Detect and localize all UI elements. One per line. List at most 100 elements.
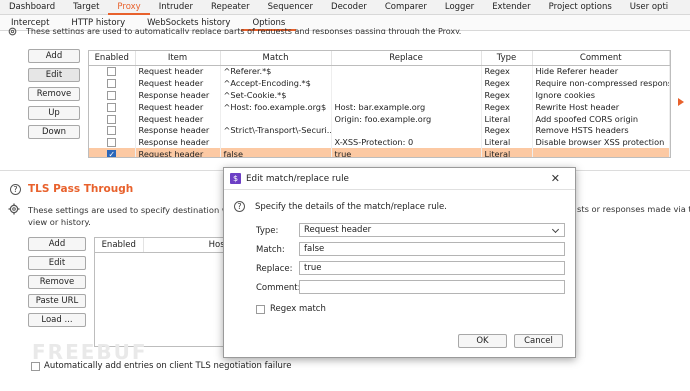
- enabled-checkbox[interactable]: [107, 90, 117, 100]
- gear-icon: [8, 27, 17, 36]
- table-row[interactable]: Request header ^Host: foo.example.org$ Hos…: [89, 100, 670, 113]
- add-rule-button[interactable]: Add: [28, 49, 80, 63]
- dialog-title: Edit match/replace rule: [246, 174, 349, 184]
- table-row[interactable]: Response header ^Set-Cookie.*$ Regex Ignore…: [89, 88, 670, 101]
- tls-remove-button[interactable]: Remove: [28, 275, 86, 289]
- type-cell: Literal: [481, 148, 533, 157]
- enabled-checkbox[interactable]: [107, 78, 117, 88]
- cancel-button[interactable]: Cancel: [514, 334, 563, 348]
- table-row[interactable]: ✓ Request header false true Literal: [89, 148, 670, 157]
- match-cell: false: [220, 148, 332, 157]
- enabled-checkbox[interactable]: [107, 138, 117, 148]
- replace-cell: [331, 124, 482, 137]
- auto-add-checkbox[interactable]: [31, 361, 40, 371]
- item-cell: Request header: [135, 76, 221, 89]
- table-row[interactable]: Request header Origin: foo.example.org Lit…: [89, 112, 670, 125]
- tab-project-options[interactable]: Project options: [540, 0, 621, 15]
- tls-description-line1: These settings are used to specify desti…: [28, 205, 239, 215]
- help-icon: ?: [234, 201, 245, 212]
- match-replace-table: Enabled Item Match Replace Type Comment …: [88, 50, 671, 158]
- tab-sequencer[interactable]: Sequencer: [259, 0, 322, 15]
- dialog-title-bar: $ Edit match/replace rule ✕: [224, 168, 575, 190]
- match-cell: ^Accept-Encoding.*$: [220, 76, 332, 89]
- enabled-checkbox[interactable]: [107, 114, 117, 124]
- comment-cell: Hide Referer header: [532, 65, 670, 77]
- column-header-item[interactable]: Item: [135, 51, 221, 66]
- auto-add-option[interactable]: Automatically add entries on client TLS …: [31, 361, 291, 371]
- tab-repeater[interactable]: Repeater: [202, 0, 259, 15]
- tab-proxy[interactable]: Proxy: [108, 0, 150, 15]
- tls-pass-through-title: TLS Pass Through: [28, 183, 134, 195]
- enabled-checkbox[interactable]: [107, 67, 117, 77]
- tls-add-button[interactable]: Add: [28, 237, 86, 251]
- comment-cell: [532, 148, 670, 157]
- type-select[interactable]: Request header: [299, 223, 565, 237]
- enabled-checkbox[interactable]: [107, 102, 117, 112]
- enabled-checkbox[interactable]: [107, 126, 117, 136]
- replace-cell: X-XSS-Protection: 0: [331, 136, 482, 149]
- item-cell: Request header: [135, 148, 221, 157]
- tab-user-options[interactable]: User opti: [621, 0, 677, 15]
- column-header-comment[interactable]: Comment: [532, 51, 670, 66]
- comment-cell: Add spoofed CORS origin: [532, 112, 670, 125]
- enabled-checkbox[interactable]: ✓: [107, 150, 117, 157]
- column-header-enabled[interactable]: Enabled: [95, 238, 144, 253]
- comment-cell: Ignore cookies: [532, 88, 670, 101]
- table-row[interactable]: Response header X-XSS-Protection: 0 Litera…: [89, 136, 670, 149]
- tls-edit-button[interactable]: Edit: [28, 256, 86, 270]
- expand-arrow-icon[interactable]: [678, 98, 684, 106]
- column-header-enabled[interactable]: Enabled: [89, 51, 136, 66]
- match-input[interactable]: false: [299, 242, 565, 256]
- comment-input[interactable]: [299, 280, 565, 294]
- match-label: Match:: [256, 245, 285, 255]
- match-cell: [220, 136, 332, 149]
- match-replace-description: These settings are used to automatically…: [26, 27, 462, 34]
- paste-url-button[interactable]: Paste URL: [28, 294, 86, 308]
- regex-match-label: Regex match: [270, 304, 326, 314]
- item-cell: Response header: [135, 124, 221, 137]
- tab-decoder[interactable]: Decoder: [322, 0, 376, 15]
- match-cell: ^Host: foo.example.org$: [220, 100, 332, 113]
- regex-match-option[interactable]: Regex match: [256, 304, 326, 314]
- table-row[interactable]: Request header ^Accept-Encoding.*$ Regex Re…: [89, 76, 670, 89]
- chevron-down-icon: [551, 225, 560, 234]
- edit-rule-button[interactable]: Edit: [28, 68, 80, 82]
- column-header-replace[interactable]: Replace: [331, 51, 482, 66]
- column-header-match[interactable]: Match: [220, 51, 332, 66]
- tab-logger[interactable]: Logger: [436, 0, 483, 15]
- replace-cell: [331, 76, 482, 89]
- replace-input[interactable]: true: [299, 261, 565, 275]
- type-cell: Regex: [481, 100, 533, 113]
- move-up-button[interactable]: Up: [28, 106, 80, 120]
- tab-extender[interactable]: Extender: [483, 0, 539, 15]
- tab-dashboard[interactable]: Dashboard: [0, 0, 64, 15]
- table-row[interactable]: Response header ^Strict\-Transport\-Secur…: [89, 124, 670, 137]
- remove-rule-button[interactable]: Remove: [28, 87, 80, 101]
- enabled-cell: [89, 65, 136, 77]
- column-header-host[interactable]: Host: [143, 238, 233, 253]
- auto-add-label: Automatically add entries on client TLS …: [44, 361, 292, 371]
- tab-comparer[interactable]: Comparer: [376, 0, 436, 15]
- tab-intruder[interactable]: Intruder: [150, 0, 202, 15]
- table-header-row: Enabled Host: [95, 238, 233, 253]
- type-cell: Literal: [481, 112, 533, 125]
- table-header-row: Enabled Item Match Replace Type Comment: [89, 51, 670, 66]
- tls-description-right: sts or responses made via thes: [577, 204, 690, 214]
- replace-label: Replace:: [256, 264, 293, 274]
- column-header-type[interactable]: Type: [481, 51, 533, 66]
- enabled-cell: [89, 124, 136, 137]
- regex-match-checkbox[interactable]: [256, 304, 265, 314]
- type-label: Type:: [256, 226, 279, 236]
- item-cell: Request header: [135, 112, 221, 125]
- move-down-button[interactable]: Down: [28, 125, 80, 139]
- ok-button[interactable]: OK: [458, 334, 507, 348]
- tls-description: These settings are used to specify desti…: [28, 204, 239, 228]
- close-icon[interactable]: ✕: [551, 168, 560, 190]
- table-row[interactable]: Request header ^Referer.*$ Regex Hide Refer…: [89, 65, 670, 77]
- burp-logo-icon: $: [230, 173, 241, 184]
- comment-cell: Rewrite Host header: [532, 100, 670, 113]
- help-icon[interactable]: ?: [10, 184, 21, 195]
- tab-target[interactable]: Target: [64, 0, 108, 15]
- load-button[interactable]: Load ...: [28, 313, 86, 327]
- comment-label: Comment:: [256, 283, 301, 293]
